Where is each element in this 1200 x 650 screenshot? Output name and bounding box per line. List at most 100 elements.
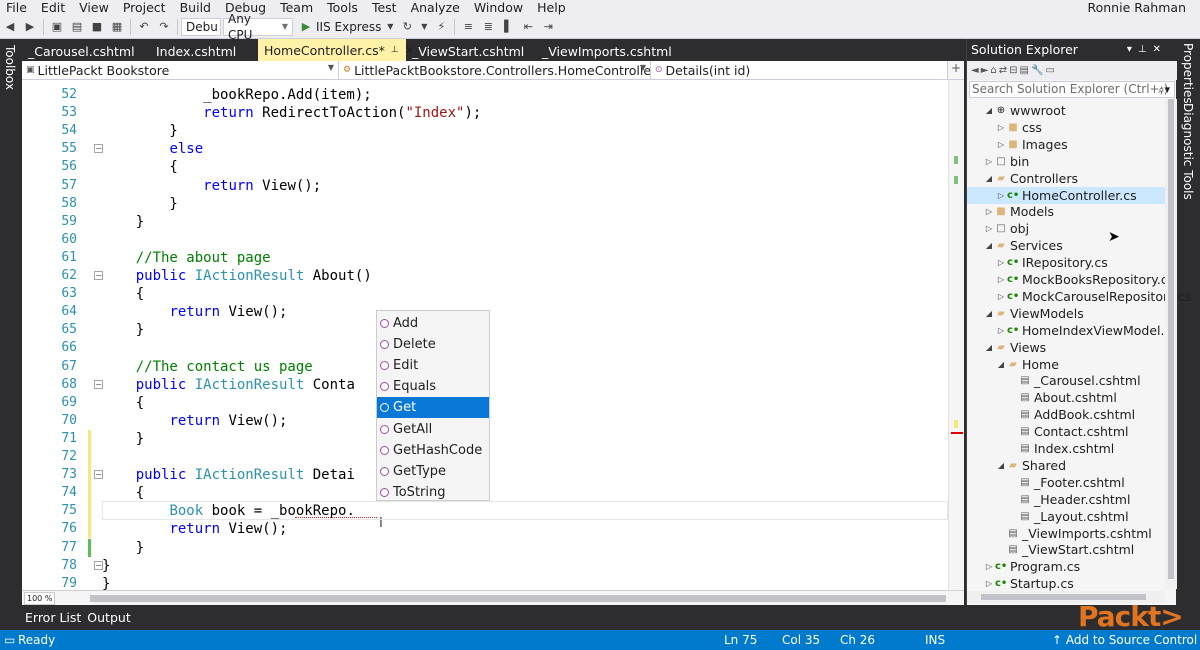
menu-item-test[interactable]: Test xyxy=(365,0,404,15)
collapsed-arrow-icon[interactable]: ▷ xyxy=(983,224,995,233)
menu-item-edit[interactable]: Edit xyxy=(34,0,72,15)
code-line[interactable]: public IActionResult Detai xyxy=(102,466,355,484)
completion-item-gethashcode[interactable]: GetHashCode xyxy=(377,440,489,461)
tree-node-homecontroller-cs[interactable]: ▷ c• HomeController.cs xyxy=(967,186,1165,204)
project-dropdown[interactable]: ▣ LittlePackt Bookstore ▼ xyxy=(22,61,339,79)
bookmark-icon[interactable]: ▌ xyxy=(501,20,515,34)
pin-icon[interactable]: ⊥ xyxy=(391,45,399,55)
back-icon[interactable]: ◄ xyxy=(971,65,981,76)
tree-node-irepository-cs[interactable]: ▷ c• IRepository.cs xyxy=(995,254,1108,271)
menu-item-analyze[interactable]: Analyze xyxy=(404,0,467,15)
tree-node-about-cshtml[interactable]: ▤ About.cshtml xyxy=(1007,389,1117,406)
solution-search-input[interactable]: Search Solution Explorer (Ctrl+;) ⌕▾ xyxy=(969,81,1175,98)
collapsed-arrow-icon[interactable]: ▷ xyxy=(995,326,1007,335)
code-line[interactable]: else xyxy=(102,140,203,158)
menu-item-build[interactable]: Build xyxy=(173,0,218,15)
completion-item-getall[interactable]: GetAll xyxy=(377,419,489,440)
tab-carousel-cshtml[interactable]: _Carousel.cshtml xyxy=(22,41,150,61)
tree-node-homeindexviewmodel-cs[interactable]: ▷ c• HomeIndexViewModel.cs xyxy=(995,322,1178,339)
code-line[interactable]: _bookRepo.Add(item); xyxy=(102,86,372,104)
tab-error-list[interactable]: Error List xyxy=(22,610,84,625)
open-icon[interactable]: ▤ xyxy=(70,20,84,34)
source-control-button[interactable]: ↑ Add to Source Control ▴ xyxy=(1052,630,1200,650)
completion-item-delete[interactable]: Delete xyxy=(377,334,489,355)
tree-node-mockbooksrepository-cs[interactable]: ▷ c• MockBooksRepository.cs xyxy=(995,271,1174,288)
refresh-icon[interactable]: ↻ xyxy=(400,20,414,34)
scrollbar-thumb[interactable] xyxy=(1168,99,1174,579)
show-all-files-icon[interactable]: ▤ xyxy=(1020,65,1031,76)
menu-item-view[interactable]: View xyxy=(72,0,116,15)
class-dropdown[interactable]: ⚙ LittlePacktBookstore.Controllers.HomeC… xyxy=(339,61,651,79)
expanded-arrow-icon[interactable]: ◢ xyxy=(983,309,995,318)
code-line[interactable]: } xyxy=(102,213,144,231)
tree-node-models[interactable]: ▷ ■ Models xyxy=(983,203,1054,220)
tree-node-services[interactable]: ◢ ▰ Services xyxy=(983,237,1063,254)
forward-icon[interactable]: ► xyxy=(981,65,991,76)
code-line[interactable]: { xyxy=(102,484,144,502)
collapsed-arrow-icon[interactable]: ▷ xyxy=(995,140,1007,149)
tree-node-images[interactable]: ▷ ■ Images xyxy=(995,136,1068,153)
chevron-down-icon[interactable]: ▾ xyxy=(1127,44,1138,55)
chevron-down-icon[interactable]: ▼ xyxy=(386,20,394,34)
expanded-arrow-icon[interactable]: ◢ xyxy=(995,360,1007,369)
tree-node-carousel-cshtml[interactable]: ▤ _Carousel.cshtml xyxy=(1007,372,1140,389)
tree-node-viewmodels[interactable]: ◢ ▰ ViewModels xyxy=(983,305,1084,322)
fold-toggle-icon[interactable]: − xyxy=(94,560,103,570)
code-line[interactable]: } xyxy=(102,195,177,213)
code-line[interactable]: } xyxy=(102,557,110,575)
tab-viewstart-cshtml[interactable]: _ViewStart.cshtml xyxy=(406,41,536,61)
tree-node-shared[interactable]: ◢ ▰ Shared xyxy=(995,457,1066,474)
code-line[interactable]: } xyxy=(102,430,144,448)
expanded-arrow-icon[interactable]: ◢ xyxy=(983,174,995,183)
code-line[interactable]: return View(); xyxy=(102,303,287,321)
tree-node-controllers[interactable]: ◢ ▰ Controllers xyxy=(983,170,1078,187)
collapsed-arrow-icon[interactable]: ▷ xyxy=(983,207,995,216)
code-line[interactable]: //The contact us page xyxy=(102,358,313,376)
split-editor-icon[interactable]: + xyxy=(948,61,964,79)
intellisense-popup[interactable]: Add Delete Edit Equals Get GetAll GetHashCode G… xyxy=(376,310,490,501)
fold-toggle-icon[interactable]: − xyxy=(94,379,103,389)
search-icon[interactable]: ⌕▾ xyxy=(1158,82,1170,97)
zoom-level[interactable]: 100 % xyxy=(24,592,56,605)
completion-item-tostring[interactable]: ToString xyxy=(377,482,489,503)
bookmark-prev-icon[interactable]: ⇤ xyxy=(521,20,535,34)
solution-vertical-scrollbar[interactable] xyxy=(1165,99,1177,589)
completion-item-add[interactable]: Add xyxy=(377,313,489,334)
tree-node-mockcarouselrepository-cs[interactable]: ▷ c• MockCarouselRepository.cs xyxy=(995,288,1191,305)
tree-node-addbook-cshtml[interactable]: ▤ AddBook.cshtml xyxy=(1007,406,1135,423)
save-icon[interactable]: ■ xyxy=(90,20,104,34)
menu-item-team[interactable]: Team xyxy=(273,0,320,15)
tree-node-bin[interactable]: ▷ □ bin xyxy=(983,153,1029,170)
code-line[interactable]: public IActionResult About() xyxy=(102,267,372,285)
code-line[interactable]: return RedirectToAction("Index"); xyxy=(102,104,481,122)
home-icon[interactable]: ⌂ xyxy=(990,65,998,76)
uncomment-icon[interactable]: ≣ xyxy=(481,20,495,34)
fold-toggle-icon[interactable]: − xyxy=(94,271,103,280)
code-line[interactable]: return View(); xyxy=(102,177,321,195)
tree-node-contact-cshtml[interactable]: ▤ Contact.cshtml xyxy=(1007,423,1128,440)
redo-icon[interactable]: ↷ xyxy=(157,20,171,34)
completion-item-edit[interactable]: Edit xyxy=(377,355,489,376)
collapsed-arrow-icon[interactable]: ▷ xyxy=(995,191,1007,200)
tab-index-cshtml[interactable]: Index.cshtml xyxy=(150,41,258,61)
editor-vertical-scrollbar[interactable] xyxy=(948,80,964,590)
chevron-down-icon[interactable]: ▼ xyxy=(420,20,428,34)
expanded-arrow-icon[interactable]: ◢ xyxy=(995,461,1007,470)
platform-select[interactable]: Any CPU ▼ xyxy=(223,12,293,42)
expanded-arrow-icon[interactable]: ◢ xyxy=(983,241,995,250)
tree-node-footer-cshtml[interactable]: ▤ _Footer.cshtml xyxy=(1007,474,1124,491)
tree-node-home[interactable]: ◢ ▰ Home xyxy=(995,356,1059,373)
tree-node-startup-cs[interactable]: ▷ c• Startup.cs xyxy=(983,575,1074,592)
tab-viewimports-cshtml[interactable]: _ViewImports.cshtml xyxy=(536,41,672,61)
collapse-all-icon[interactable]: ⊟ xyxy=(1009,65,1019,76)
fold-toggle-icon[interactable]: − xyxy=(94,470,103,480)
code-line[interactable]: } xyxy=(102,122,177,140)
tree-node-viewimports-cshtml[interactable]: ▤ _ViewImports.cshtml xyxy=(995,525,1151,542)
menu-item-help[interactable]: Help xyxy=(530,0,573,15)
tab-output[interactable]: Output xyxy=(84,610,133,625)
properties-tab[interactable]: Properties xyxy=(1181,43,1195,104)
code-line[interactable]: { xyxy=(102,158,177,176)
menu-item-file[interactable]: File xyxy=(0,0,34,15)
fold-toggle-icon[interactable]: − xyxy=(94,144,103,154)
browser-link-icon[interactable]: ⚡ xyxy=(434,20,448,34)
